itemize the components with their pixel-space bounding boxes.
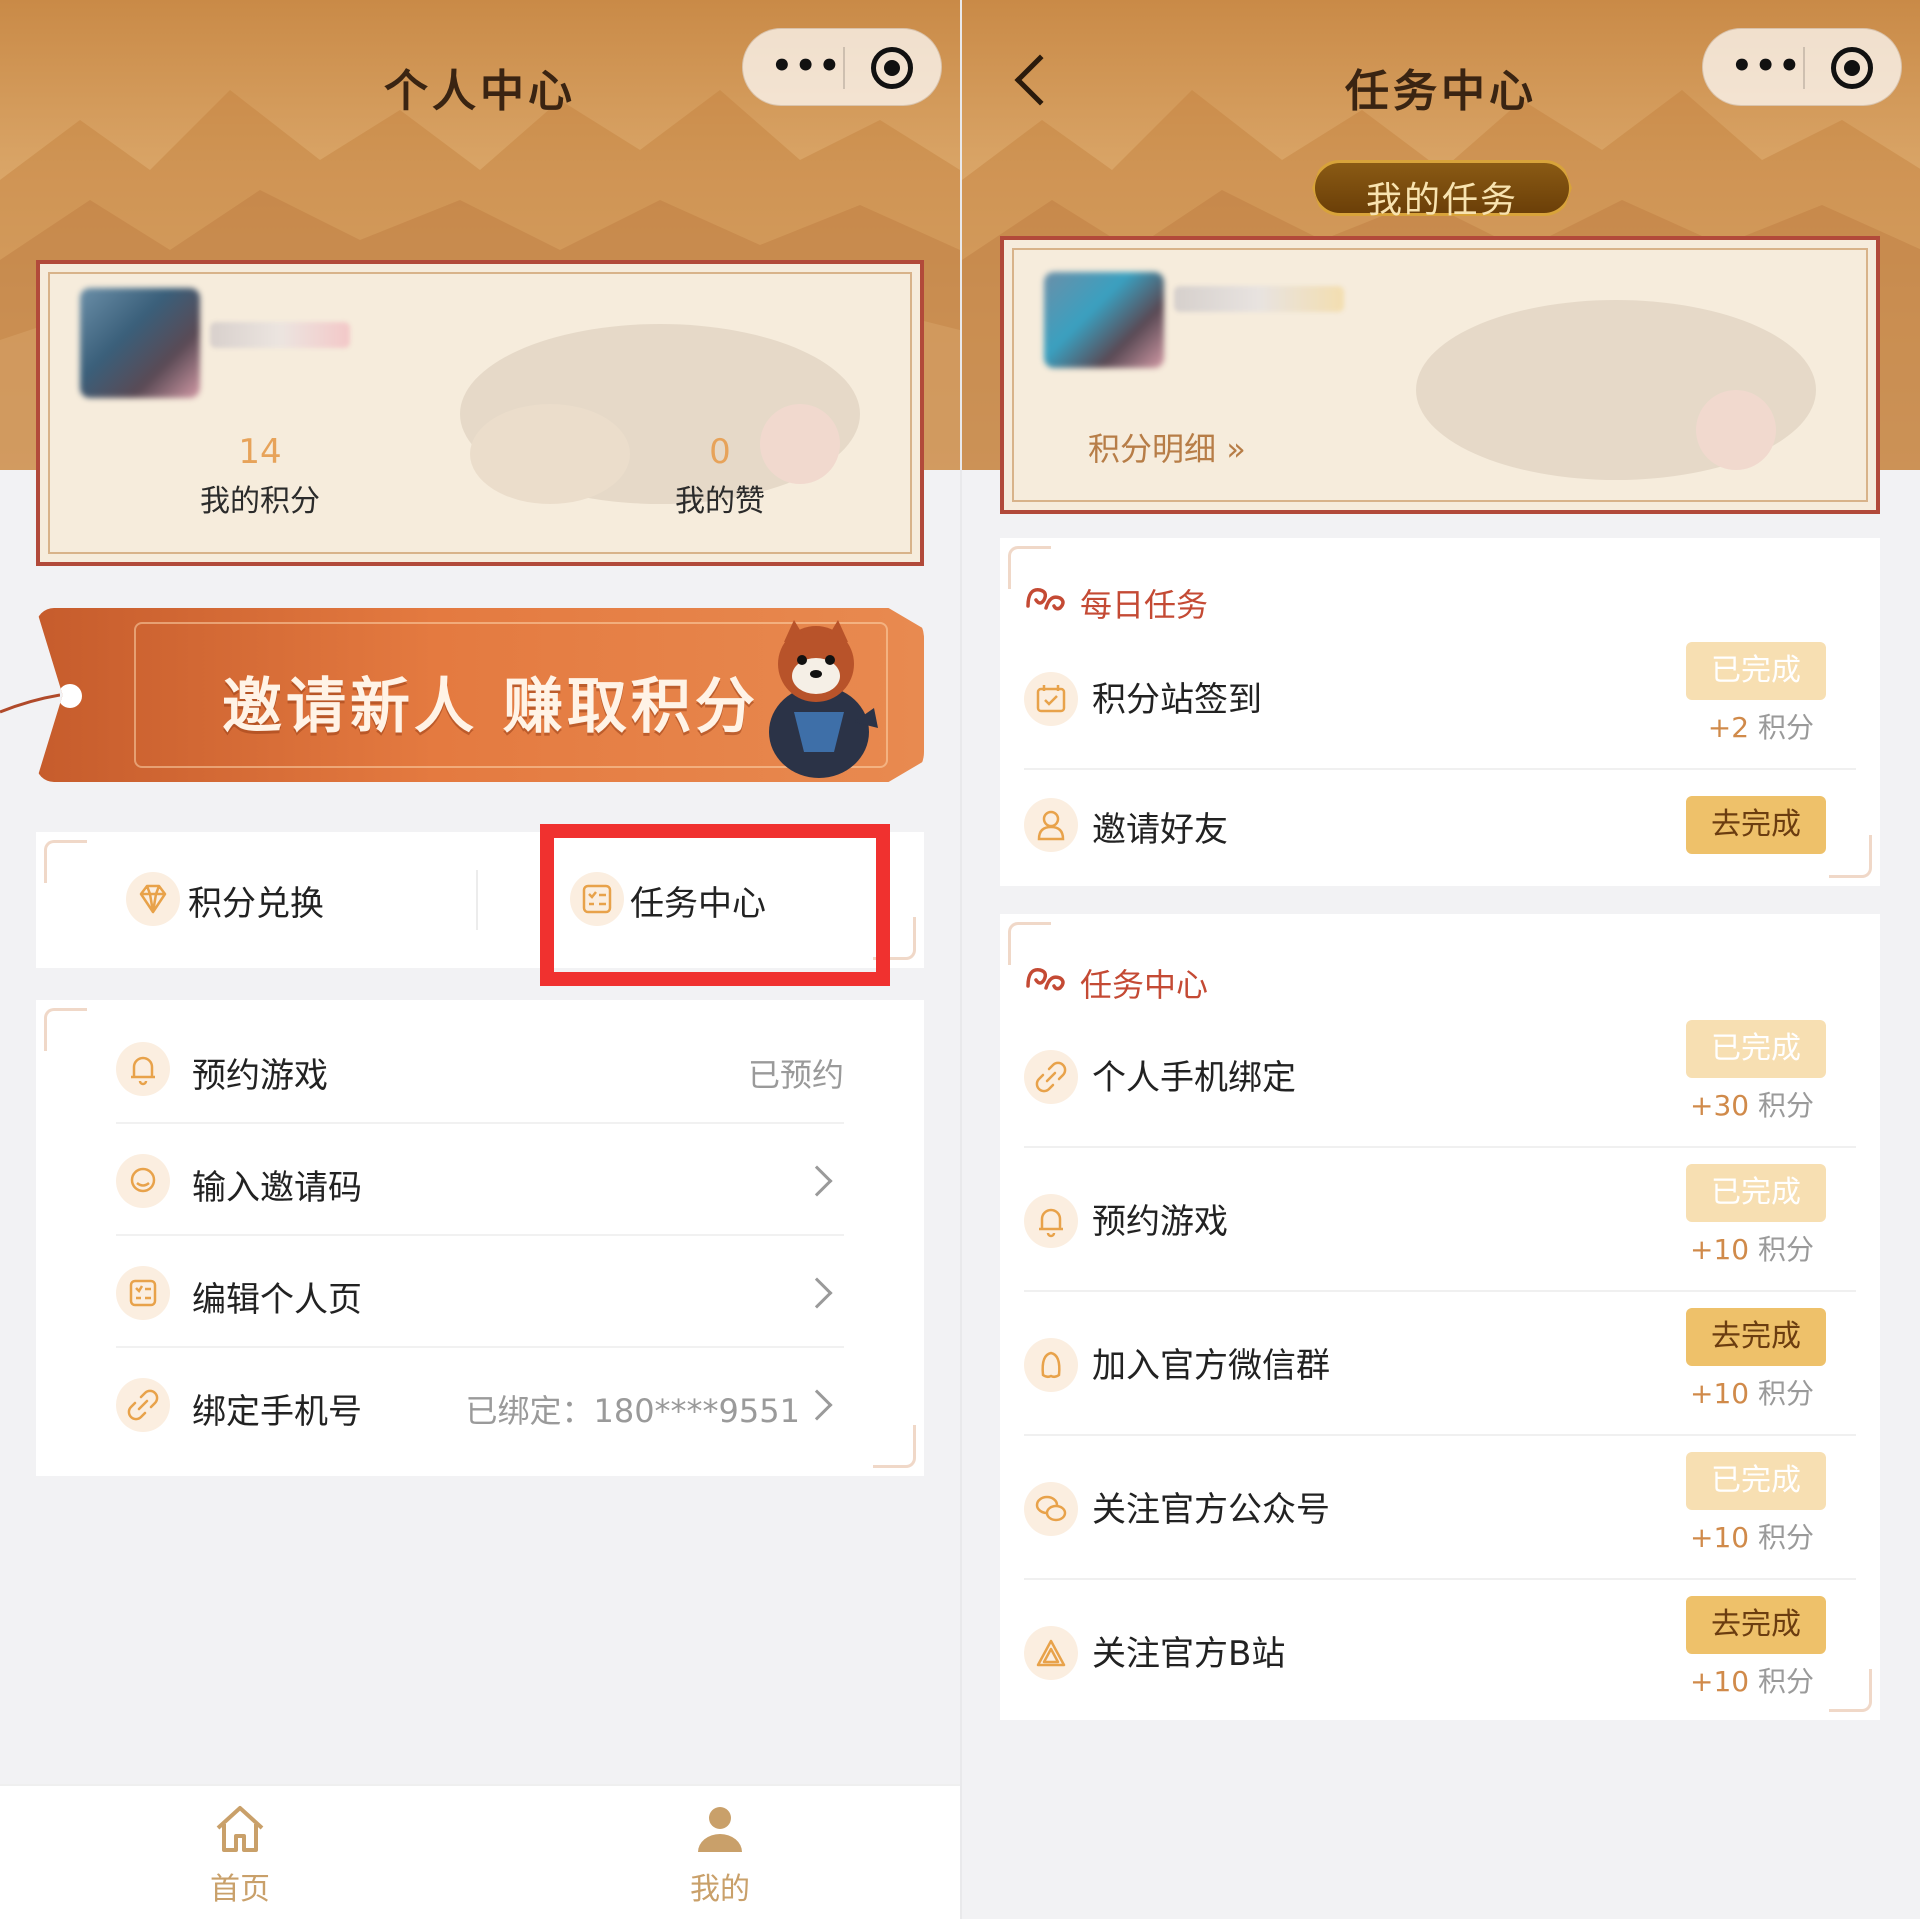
chevron-right-icon [801,1165,833,1197]
close-target-icon[interactable] [871,47,913,89]
profile-center-screen: 个人中心 ••• 14 我的积分 0 我的赞 邀请新人 赚取积分 积分兑换 任务… [0,0,960,1919]
tab-label: 我的 [690,1872,750,1907]
daily-tasks-title: 每日任务 [1080,586,1209,624]
task-row-official-account: 关注官方公众号 已完成 +10 积分 [1024,1440,1856,1580]
task-name: 个人手机绑定 [1092,1058,1296,1098]
menu-row-edit-profile[interactable]: 编辑个人页 [76,1236,884,1348]
bottom-tab-bar: 首页 我的 [0,1784,960,1919]
tag-string [0,693,60,714]
task-center-title: 任务中心 [1080,966,1209,1004]
task-status-button[interactable]: 已完成 [1686,1020,1826,1078]
task-status-button[interactable]: 去完成 [1686,1596,1826,1654]
more-icon[interactable]: ••• [1731,49,1802,83]
task-name: 预约游戏 [1092,1202,1228,1242]
my-tasks-badge: 我的任务 [1312,160,1572,216]
chevron-right-icon [801,1277,833,1309]
red-panda-mascot-icon [769,620,878,778]
tab-mine[interactable]: 我的 [620,1804,820,1908]
task-name: 加入官方微信群 [1092,1346,1330,1386]
task-status-button[interactable]: 已完成 [1686,1452,1826,1510]
username-blurred [210,322,350,348]
task-name: 关注官方公众号 [1092,1490,1330,1530]
task-points: +10 积分 [1689,1377,1814,1410]
task-name: 邀请好友 [1092,810,1228,850]
cloud-swirl-icon [1026,588,1065,611]
mini-program-capsule[interactable]: ••• [1702,28,1902,106]
edit-list-icon [116,1266,170,1320]
tab-label: 首页 [210,1872,270,1907]
invite-banner[interactable]: 邀请新人 赚取积分 [36,608,924,782]
task-points: +2 积分 [1707,711,1814,744]
tab-home[interactable]: 首页 [140,1804,340,1908]
task-row-invite-friends: 邀请好友 去完成 [1024,770,1856,910]
chat-bubble-icon [116,1154,170,1208]
task-points: +10 积分 [1689,1665,1814,1698]
task-status-button[interactable]: 已完成 [1686,642,1826,700]
menu-label: 输入邀请码 [192,1168,362,1208]
menu-card: 预约游戏 已预约 输入邀请码 编辑个人页 绑定手机号 已绑定：180****95… [36,1000,924,1476]
points-value: 14 [238,432,282,472]
task-status-button[interactable]: 已完成 [1686,1164,1826,1222]
menu-value: 已预约 [747,1056,844,1094]
stat-points[interactable]: 14 我的积分 [160,432,360,520]
tag-hole [58,684,82,708]
wechat-icon [1024,1482,1078,1536]
link-icon [1024,1050,1078,1104]
profile-card: 积分明细 » [1000,236,1880,514]
user-icon [698,1807,742,1852]
task-points: +10 积分 [1689,1521,1814,1554]
task-points: +10 积分 [1689,1233,1814,1266]
double-chevron-icon: » [1226,430,1246,468]
mini-program-capsule[interactable]: ••• [742,28,942,106]
task-row-wechat-group: 加入官方微信群 去完成 +10 积分 [1024,1296,1856,1436]
task-row-reserve-game: 预约游戏 已完成 +10 积分 [1024,1152,1856,1292]
task-status-button[interactable]: 去完成 [1686,796,1826,854]
bell-icon [116,1042,170,1096]
chevron-right-icon [801,1389,833,1421]
diamond-icon [126,872,180,926]
menu-label: 编辑个人页 [192,1280,362,1320]
task-status-button[interactable]: 去完成 [1686,1308,1826,1366]
calendar-check-icon [1024,672,1078,726]
profile-card: 14 我的积分 0 我的赞 [36,260,924,566]
menu-row-reserve-game[interactable]: 预约游戏 已预约 [76,1012,884,1124]
menu-label: 预约游戏 [192,1056,328,1096]
user-icon [1024,798,1078,852]
likes-value: 0 [709,432,731,472]
task-name: 积分站签到 [1092,680,1262,720]
link-icon [116,1378,170,1432]
menu-row-invite-code[interactable]: 输入邀请码 [76,1124,884,1236]
menu-value: 已绑定：180****9551 [465,1392,800,1430]
avatar[interactable] [1044,272,1164,368]
my-tasks-badge-label: 我的任务 [1365,180,1518,221]
points-exchange-label[interactable]: 积分兑换 [188,876,324,925]
menu-label: 绑定手机号 [192,1392,362,1432]
more-icon[interactable]: ••• [771,49,842,83]
cloud-swirl-icon [1026,968,1065,991]
close-target-icon[interactable] [1831,47,1873,89]
stat-likes[interactable]: 0 我的赞 [620,432,820,520]
task-row-bind-phone: 个人手机绑定 已完成 +30 积分 [1024,1008,1856,1148]
ink-painting-decoration [1416,300,1816,480]
task-row-bilibili: 关注官方B站 去完成 +10 积分 [1024,1584,1856,1724]
menu-row-bind-phone[interactable]: 绑定手机号 已绑定：180****9551 [76,1348,884,1460]
invite-banner-text: 邀请新人 赚取积分 [222,672,759,742]
points-detail-link[interactable]: 积分明细 » [1088,424,1246,470]
highlight-annotation-box [540,824,890,986]
points-label: 我的积分 [200,484,320,519]
points-detail-label: 积分明细 [1088,430,1217,468]
bell-icon [1024,1194,1078,1248]
username-blurred [1174,286,1344,312]
qq-penguin-icon [1024,1338,1078,1392]
task-name: 关注官方B站 [1092,1634,1286,1674]
home-icon [216,1806,264,1852]
task-points: +30 积分 [1689,1089,1814,1122]
likes-label: 我的赞 [675,484,765,519]
task-row-checkin: 积分站签到 已完成 +2 积分 [1024,630,1856,770]
bilibili-icon [1024,1626,1078,1680]
avatar[interactable] [80,288,200,398]
